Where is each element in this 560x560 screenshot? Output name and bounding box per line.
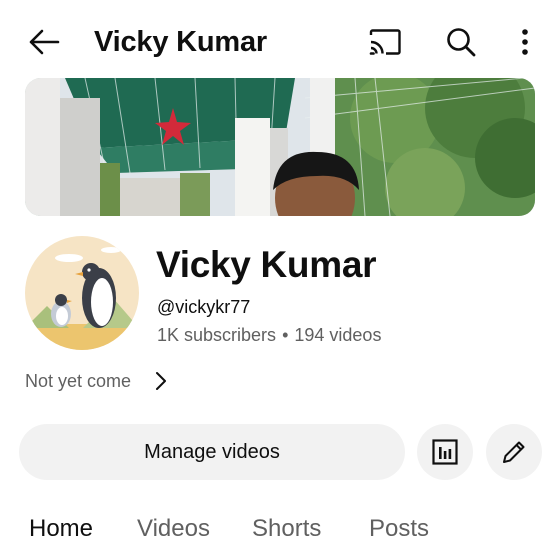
cast-button[interactable] [364, 24, 406, 60]
back-arrow-icon [29, 29, 60, 55]
edit-channel-button[interactable] [486, 424, 542, 480]
channel-handle: @vickykr77 [157, 297, 251, 317]
top-app-bar: Vicky Kumar [0, 0, 560, 80]
more-options-button[interactable] [508, 22, 542, 62]
tab-shorts[interactable]: Shorts [252, 514, 321, 544]
channel-name: Vicky Kumar [156, 244, 377, 285]
analytics-icon [432, 439, 458, 465]
channel-banner[interactable] [25, 78, 535, 216]
channel-avatar[interactable] [25, 236, 139, 350]
analytics-button[interactable] [417, 424, 473, 480]
search-icon [447, 28, 476, 57]
tab-home[interactable]: Home [29, 514, 93, 544]
channel-tabs: Home Videos Shorts Posts [0, 508, 560, 560]
cast-icon [369, 29, 401, 55]
stats-separator: • [282, 325, 289, 345]
chevron-right-icon [155, 371, 167, 391]
tab-videos[interactable]: Videos [137, 514, 210, 544]
page-title: Vicky Kumar [94, 26, 267, 58]
about-text: Not yet come [25, 370, 132, 391]
channel-banner-image [25, 78, 535, 216]
tab-posts[interactable]: Posts [369, 514, 429, 544]
subscriber-count: 1K subscribers [157, 325, 277, 345]
back-button[interactable] [22, 22, 66, 62]
more-vert-icon [522, 29, 528, 55]
search-button[interactable] [440, 22, 482, 62]
manage-videos-button[interactable]: Manage videos [19, 424, 405, 480]
edit-pencil-icon [503, 441, 525, 463]
penguin-avatar-icon [25, 236, 139, 350]
channel-about-link[interactable]: Not yet come [25, 368, 167, 394]
video-count: 194 videos [294, 325, 382, 345]
channel-stats: 1K subscribers • 194 videos [157, 324, 381, 346]
